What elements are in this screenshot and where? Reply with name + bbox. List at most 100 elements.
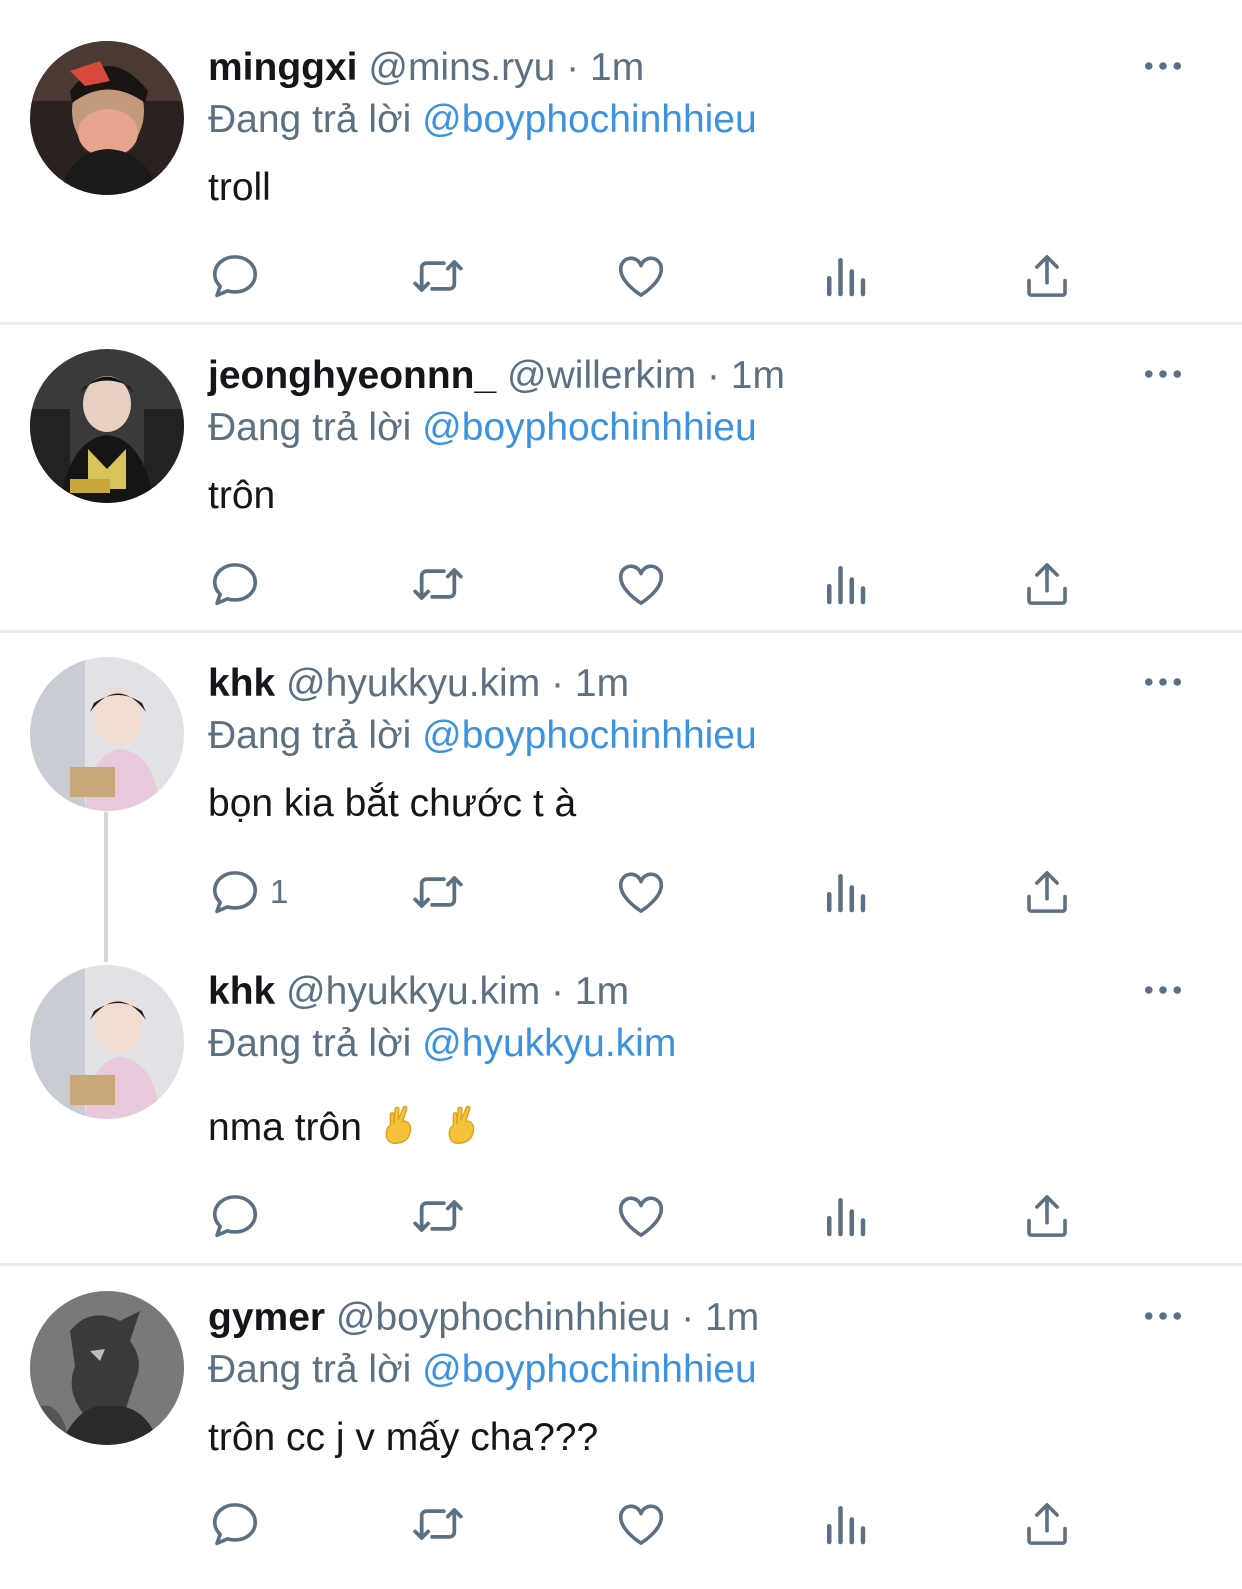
retweet-button[interactable] bbox=[410, 1496, 466, 1552]
action-bar bbox=[0, 1188, 1242, 1244]
replying-to: Đang trả lời @boyphochinhhieu bbox=[208, 96, 757, 144]
like-icon bbox=[614, 557, 668, 611]
more-icon[interactable] bbox=[1144, 982, 1182, 998]
reply-button[interactable] bbox=[208, 248, 262, 304]
like-button[interactable] bbox=[614, 1496, 668, 1552]
retweet-button[interactable] bbox=[410, 556, 466, 612]
display-name[interactable]: jeonghyeonnn_ bbox=[208, 354, 496, 397]
user-handle[interactable]: @hyukkyu.kim bbox=[286, 970, 540, 1013]
reply-button[interactable]: 1 bbox=[208, 864, 288, 920]
reply-button[interactable] bbox=[208, 1496, 262, 1552]
action-bar bbox=[0, 1496, 1242, 1552]
analytics-button[interactable] bbox=[818, 248, 872, 304]
share-icon bbox=[1020, 1497, 1074, 1551]
more-icon[interactable] bbox=[1144, 58, 1182, 74]
display-name[interactable]: khk bbox=[208, 970, 275, 1013]
tweet-text: bọn kia bắt chước t à bbox=[208, 782, 577, 825]
user-handle[interactable]: @hyukkyu.kim bbox=[286, 662, 540, 705]
share-icon bbox=[1020, 1189, 1074, 1243]
replying-to-label: Đang trả lời bbox=[208, 714, 412, 757]
display-name[interactable]: khk bbox=[208, 662, 275, 705]
action-bar: 1 bbox=[0, 864, 1242, 920]
like-icon bbox=[614, 1189, 668, 1243]
reply-icon bbox=[208, 557, 262, 611]
mention-link[interactable]: @boyphochinhhieu bbox=[422, 98, 757, 141]
divider bbox=[0, 322, 1242, 325]
share-icon bbox=[1020, 557, 1074, 611]
separator: · bbox=[681, 1296, 695, 1339]
like-button[interactable] bbox=[614, 248, 668, 304]
separator: · bbox=[566, 46, 580, 89]
action-bar bbox=[0, 556, 1242, 612]
share-button[interactable] bbox=[1020, 556, 1074, 612]
like-icon bbox=[614, 1497, 668, 1551]
mention-link[interactable]: @boyphochinhhieu bbox=[422, 1348, 757, 1391]
like-icon bbox=[614, 249, 668, 303]
avatar[interactable] bbox=[30, 41, 184, 195]
timestamp[interactable]: 1m bbox=[575, 662, 629, 705]
replying-to: Đang trả lời @boyphochinhhieu bbox=[208, 712, 757, 760]
analytics-button[interactable] bbox=[818, 864, 872, 920]
user-handle[interactable]: @mins.ryu bbox=[368, 46, 555, 89]
tweet-text: trôn bbox=[208, 474, 276, 517]
more-icon[interactable] bbox=[1144, 674, 1182, 690]
share-button[interactable] bbox=[1020, 1496, 1074, 1552]
retweet-button[interactable] bbox=[410, 1188, 466, 1244]
reply-count: 1 bbox=[270, 873, 289, 910]
like-icon bbox=[614, 865, 668, 919]
reply-icon bbox=[208, 1497, 262, 1551]
avatar[interactable] bbox=[30, 965, 184, 1119]
reply-button[interactable] bbox=[208, 1188, 262, 1244]
separator: · bbox=[551, 662, 565, 705]
reply-button[interactable] bbox=[208, 556, 262, 612]
replying-to-label: Đang trả lời bbox=[208, 406, 412, 449]
retweet-icon bbox=[410, 864, 466, 920]
display-name[interactable]: gymer bbox=[208, 1296, 325, 1339]
separator: · bbox=[551, 970, 565, 1013]
replying-to: Đang trả lời @hyukkyu.kim bbox=[208, 1020, 676, 1068]
timestamp[interactable]: 1m bbox=[731, 354, 785, 397]
timestamp[interactable]: 1m bbox=[705, 1296, 759, 1339]
reply-icon bbox=[208, 249, 262, 303]
avatar[interactable] bbox=[30, 657, 184, 811]
retweet-button[interactable] bbox=[410, 864, 466, 920]
like-button[interactable] bbox=[614, 1188, 668, 1244]
mention-link[interactable]: @boyphochinhhieu bbox=[422, 714, 757, 757]
like-button[interactable] bbox=[614, 864, 668, 920]
more-icon[interactable] bbox=[1144, 366, 1182, 382]
avatar[interactable] bbox=[30, 349, 184, 503]
analytics-icon bbox=[818, 557, 872, 611]
avatar[interactable] bbox=[30, 1291, 184, 1445]
replying-to-label: Đang trả lời bbox=[208, 1348, 412, 1391]
crossed-fingers-emoji bbox=[383, 1102, 417, 1146]
share-icon bbox=[1020, 249, 1074, 303]
share-button[interactable] bbox=[1020, 864, 1074, 920]
analytics-button[interactable] bbox=[818, 1496, 872, 1552]
display-name[interactable]: minggxi bbox=[208, 46, 358, 89]
tweet-text: troll bbox=[208, 166, 271, 209]
tweet-text: trôn cc j v mấy cha??? bbox=[208, 1416, 599, 1459]
retweet-button[interactable] bbox=[410, 248, 466, 304]
user-handle[interactable]: @willerkim bbox=[507, 354, 696, 397]
separator: · bbox=[706, 354, 720, 397]
mention-link[interactable]: @boyphochinhhieu bbox=[422, 406, 757, 449]
analytics-button[interactable] bbox=[818, 556, 872, 612]
analytics-icon bbox=[818, 1497, 872, 1551]
share-button[interactable] bbox=[1020, 1188, 1074, 1244]
reply-icon bbox=[208, 865, 262, 919]
share-icon bbox=[1020, 865, 1074, 919]
replying-to: Đang trả lời @boyphochinhhieu bbox=[208, 1346, 757, 1394]
mention-link[interactable]: @hyukkyu.kim bbox=[422, 1022, 676, 1065]
like-button[interactable] bbox=[614, 556, 668, 612]
reply-icon bbox=[208, 1189, 262, 1243]
tweet-text-row: nma trôn bbox=[208, 1102, 480, 1152]
share-button[interactable] bbox=[1020, 248, 1074, 304]
timestamp[interactable]: 1m bbox=[590, 46, 644, 89]
tweet-text: nma trôn bbox=[208, 1106, 362, 1149]
retweet-icon bbox=[410, 1496, 466, 1552]
replying-to-label: Đang trả lời bbox=[208, 98, 412, 141]
user-handle[interactable]: @boyphochinhhieu bbox=[336, 1296, 671, 1339]
more-icon[interactable] bbox=[1144, 1308, 1182, 1324]
timestamp[interactable]: 1m bbox=[575, 970, 629, 1013]
analytics-button[interactable] bbox=[818, 1188, 872, 1244]
